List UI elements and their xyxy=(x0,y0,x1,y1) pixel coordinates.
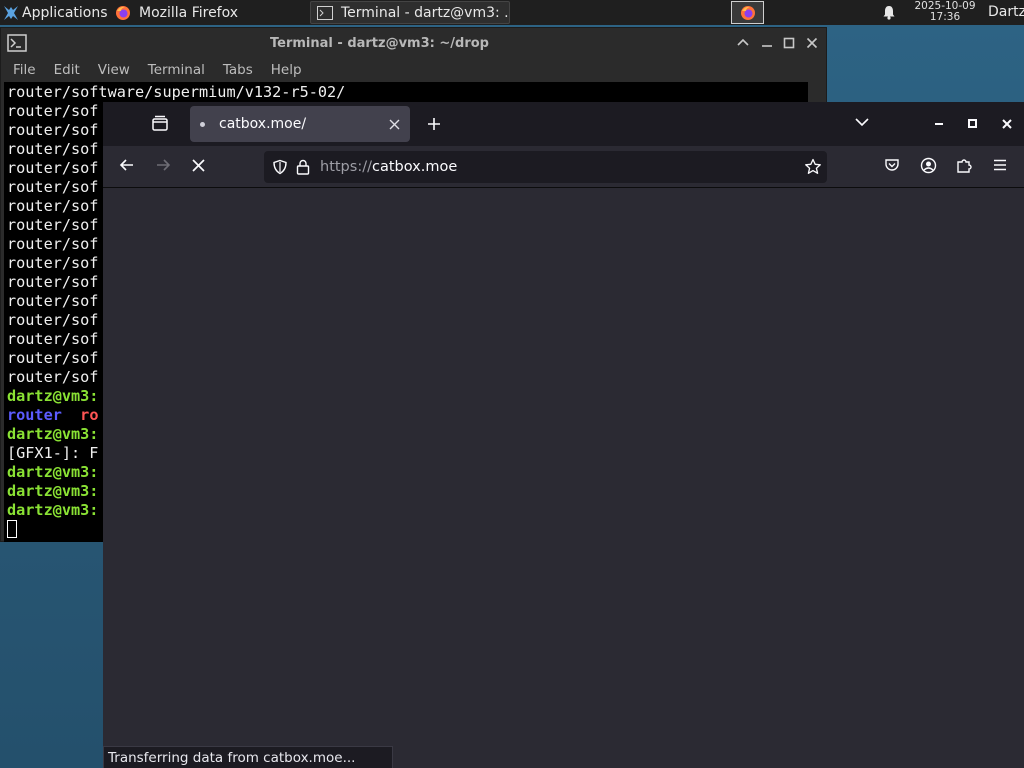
shell-prompt: dartz@vm3: xyxy=(7,501,99,519)
user-menu[interactable]: Dartz xyxy=(988,4,1024,20)
close-icon[interactable] xyxy=(806,37,818,49)
tab-close-icon[interactable] xyxy=(389,119,400,130)
url-protocol: https:// xyxy=(320,159,372,175)
firefox-navbar: https://catbox.moe xyxy=(103,146,1024,188)
shell-prompt: dartz@vm3: xyxy=(7,387,99,405)
shell-prompt: dartz@vm3: xyxy=(7,482,99,500)
clock-time: 17:36 xyxy=(929,11,961,23)
terminal-menubar: File Edit View Terminal Tabs Help xyxy=(1,58,826,82)
taskbar-terminal[interactable]: Terminal - dartz@vm3: ... xyxy=(310,1,510,24)
taskbar-firefox-label: Mozilla Firefox xyxy=(139,4,239,21)
notification-bell-icon[interactable] xyxy=(882,5,896,20)
stop-loading-icon[interactable] xyxy=(192,159,205,172)
applications-menu[interactable]: Applications ≡ xyxy=(0,0,109,25)
hamburger-menu-icon[interactable] xyxy=(992,157,1008,173)
menu-help[interactable]: Help xyxy=(271,62,302,78)
applications-label: Applications xyxy=(22,4,108,21)
pocket-icon[interactable] xyxy=(884,157,900,173)
panel-clock[interactable]: 2025-10-09 17:36 xyxy=(907,1,983,23)
xfce-logo-icon xyxy=(4,5,18,20)
firefox-tray-icon xyxy=(740,5,755,20)
tab-loading-icon xyxy=(200,121,205,127)
firefox-view-icon[interactable] xyxy=(151,114,169,132)
menu-file[interactable]: File xyxy=(13,62,36,78)
url-text[interactable]: https://catbox.moe xyxy=(320,159,457,175)
ls-dir-entry: router xyxy=(7,406,62,424)
maximize-icon[interactable] xyxy=(968,119,977,128)
firefox-icon xyxy=(116,5,130,20)
forward-arrow-icon[interactable] xyxy=(155,157,171,173)
close-icon[interactable] xyxy=(1002,119,1012,129)
tracking-protection-shield-icon[interactable] xyxy=(272,159,288,175)
menu-view[interactable]: View xyxy=(98,62,130,78)
terminal-icon xyxy=(317,5,333,20)
terminal-cursor xyxy=(7,520,17,538)
address-bar[interactable]: https://catbox.moe xyxy=(264,151,827,183)
bookmark-star-icon[interactable] xyxy=(804,158,822,176)
new-tab-plus-icon[interactable] xyxy=(427,117,441,131)
terminal-titlebar[interactable]: Terminal - dartz@vm3: ~/drop xyxy=(1,28,826,58)
terminal-line: router/software/supermium/v132-r5-02/ xyxy=(7,83,346,101)
taskbar-terminal-label: Terminal - dartz@vm3: ... xyxy=(341,4,510,21)
page-content[interactable] xyxy=(103,188,1024,768)
minimize-icon[interactable] xyxy=(934,122,944,126)
firefox-tabbar: catbox.moe/ xyxy=(103,102,1024,146)
tray-firefox-indicator[interactable] xyxy=(731,1,764,24)
tab-title: catbox.moe/ xyxy=(219,116,307,132)
url-host: catbox.moe xyxy=(371,159,458,175)
menu-edit[interactable]: Edit xyxy=(54,62,80,78)
shell-prompt: dartz@vm3: xyxy=(7,463,99,481)
top-panel: Applications ≡ Mozilla Firefox Terminal … xyxy=(0,0,1024,25)
tab-catbox[interactable]: catbox.moe/ xyxy=(190,106,410,142)
account-icon[interactable] xyxy=(920,157,937,174)
back-arrow-icon[interactable] xyxy=(119,157,135,173)
menu-tabs[interactable]: Tabs xyxy=(223,62,253,78)
menu-terminal[interactable]: Terminal xyxy=(148,62,205,78)
ls-archive-entry: ro xyxy=(80,406,99,424)
terminal-title: Terminal - dartz@vm3: ~/drop xyxy=(270,36,489,51)
minimize-icon[interactable] xyxy=(761,38,773,48)
lock-icon[interactable] xyxy=(296,159,310,175)
maximize-icon[interactable] xyxy=(783,37,795,49)
firefox-window[interactable]: catbox.moe/ https://catbox.moe Transferr… xyxy=(103,102,1024,768)
taskbar-firefox[interactable]: Mozilla Firefox xyxy=(109,1,309,24)
status-panel: Transferring data from catbox.moe... xyxy=(103,746,393,768)
extensions-puzzle-icon[interactable] xyxy=(956,157,972,173)
shell-prompt: dartz@vm3: xyxy=(7,425,99,443)
shade-icon[interactable] xyxy=(737,38,749,47)
list-all-tabs-chevron-icon[interactable] xyxy=(855,118,869,127)
